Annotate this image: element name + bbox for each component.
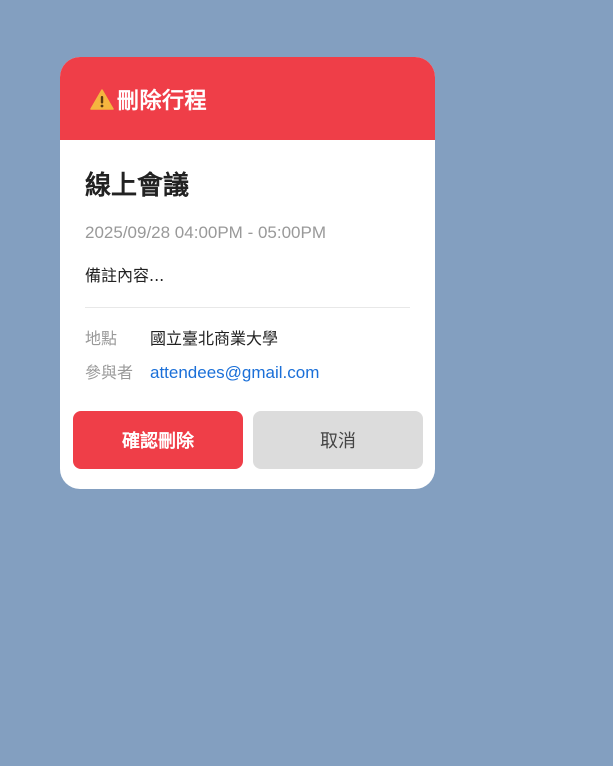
attendees-row: 參與者 attendees@gmail.com: [85, 362, 410, 384]
dialog-header: 刪除行程: [60, 57, 435, 140]
attendees-label: 參與者: [85, 363, 134, 382]
dialog-body: 線上會議 2025/09/28 04:00PM - 05:00PM 備註內容..…: [60, 140, 435, 384]
attendees-email-link[interactable]: attendees@gmail.com: [150, 362, 319, 384]
divider: [85, 307, 410, 308]
event-time: 2025/09/28 04:00PM - 05:00PM: [85, 223, 326, 242]
warning-icon: [90, 88, 114, 112]
dialog-title: 刪除行程: [117, 88, 208, 114]
cancel-button[interactable]: 取消: [253, 411, 423, 469]
delete-event-dialog: 刪除行程 線上會議 2025/09/28 04:00PM - 05:00PM 備…: [60, 57, 435, 489]
event-title: 線上會議: [85, 171, 190, 201]
confirm-delete-button[interactable]: 確認刪除: [73, 411, 243, 469]
location-value: 國立臺北商業大學: [150, 329, 279, 348]
location-row: 地點 國立臺北商業大學: [85, 328, 410, 350]
event-note: 備註內容...: [85, 266, 165, 285]
location-label: 地點: [85, 329, 118, 348]
dialog-actions: 確認刪除 取消: [73, 411, 423, 469]
